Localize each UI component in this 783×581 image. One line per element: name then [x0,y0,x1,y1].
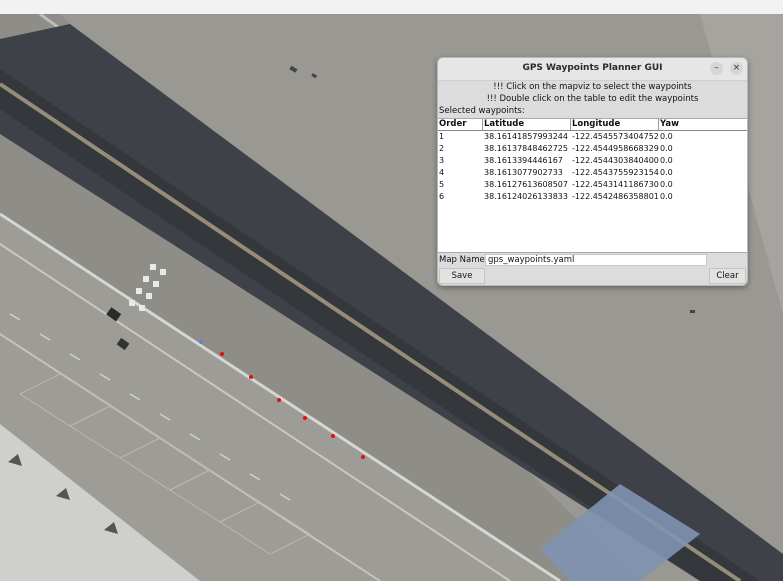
column-header-order[interactable]: Order [438,119,483,130]
waypoints-table[interactable]: Order Latitude Longitude Yaw 1 38.161418… [438,118,747,253]
cell-yaw[interactable]: 0.0 [659,167,747,179]
column-header-yaw[interactable]: Yaw [659,119,747,130]
waypoint-1-marker[interactable] [220,352,224,356]
window-titlebar[interactable]: GPS Waypoints Planner GUI – × [438,58,747,81]
waypoint-5-marker[interactable] [331,434,335,438]
cell-yaw[interactable]: 0.0 [659,143,747,155]
table-row[interactable]: 4 38.1613077902733 -122.4543755923154 0.… [438,167,747,179]
cell-longitude[interactable]: -122.4544303840400 [571,155,659,167]
cell-longitude[interactable]: -122.4544958668329 [571,143,659,155]
column-header-longitude[interactable]: Longitude [571,119,659,130]
waypoint-6-marker[interactable] [361,455,365,459]
minimize-icon[interactable]: – [710,62,723,75]
table-row[interactable]: 5 38.16127613608507 -122.4543141186730 0… [438,179,747,191]
cell-latitude[interactable]: 38.16137848462725 [483,143,571,155]
map-name-label: Map Name: [439,255,488,265]
table-row[interactable]: 1 38.16141857993244 -122.4545573404752 0… [438,131,747,143]
selected-start-point[interactable] [199,340,203,344]
cell-latitude[interactable]: 38.1613077902733 [483,167,571,179]
cell-latitude[interactable]: 38.16124026133833 [483,191,571,203]
cell-order[interactable]: 4 [438,167,483,179]
cell-yaw[interactable]: 0.0 [659,131,747,143]
cell-latitude[interactable]: 38.16141857993244 [483,131,571,143]
table-row[interactable]: 3 38.1613394446167 -122.4544303840400 0.… [438,155,747,167]
cell-order[interactable]: 3 [438,155,483,167]
instruction-double-click-table: !!! Double click on the table to edit th… [486,94,699,104]
waypoint-4-marker[interactable] [303,416,307,420]
map-name-input[interactable] [485,254,707,266]
table-row[interactable]: 2 38.16137848462725 -122.4544958668329 0… [438,143,747,155]
cell-longitude[interactable]: -122.4543141186730 [571,179,659,191]
cell-yaw[interactable]: 0.0 [659,155,747,167]
selected-waypoints-label: Selected waypoints: [439,106,525,116]
cell-order[interactable]: 2 [438,143,483,155]
cell-longitude[interactable]: -122.4543755923154 [571,167,659,179]
cell-yaw[interactable]: 0.0 [659,191,747,203]
cell-yaw[interactable]: 0.0 [659,179,747,191]
cell-latitude[interactable]: 38.16127613608507 [483,179,571,191]
cell-order[interactable]: 1 [438,131,483,143]
gps-waypoints-planner-window: GPS Waypoints Planner GUI – × !!! Click … [437,57,748,286]
cell-order[interactable]: 5 [438,179,483,191]
waypoint-2-marker[interactable] [249,375,253,379]
table-row[interactable]: 6 38.16124026133833 -122.4542486358801 0… [438,191,747,203]
cell-longitude[interactable]: -122.4542486358801 [571,191,659,203]
close-icon[interactable]: × [730,62,743,75]
cell-latitude[interactable]: 38.1613394446167 [483,155,571,167]
top-bar [0,0,783,15]
clear-button[interactable]: Clear [709,268,746,284]
instruction-click-map: !!! Click on the mapviz to select the wa… [493,82,692,92]
cell-longitude[interactable]: -122.4545573404752 [571,131,659,143]
window-title: GPS Waypoints Planner GUI [522,63,663,73]
cell-order[interactable]: 6 [438,191,483,203]
save-button[interactable]: Save [439,268,485,284]
column-header-latitude[interactable]: Latitude [483,119,571,130]
table-header: Order Latitude Longitude Yaw [438,119,747,131]
waypoint-3-marker[interactable] [277,398,281,402]
